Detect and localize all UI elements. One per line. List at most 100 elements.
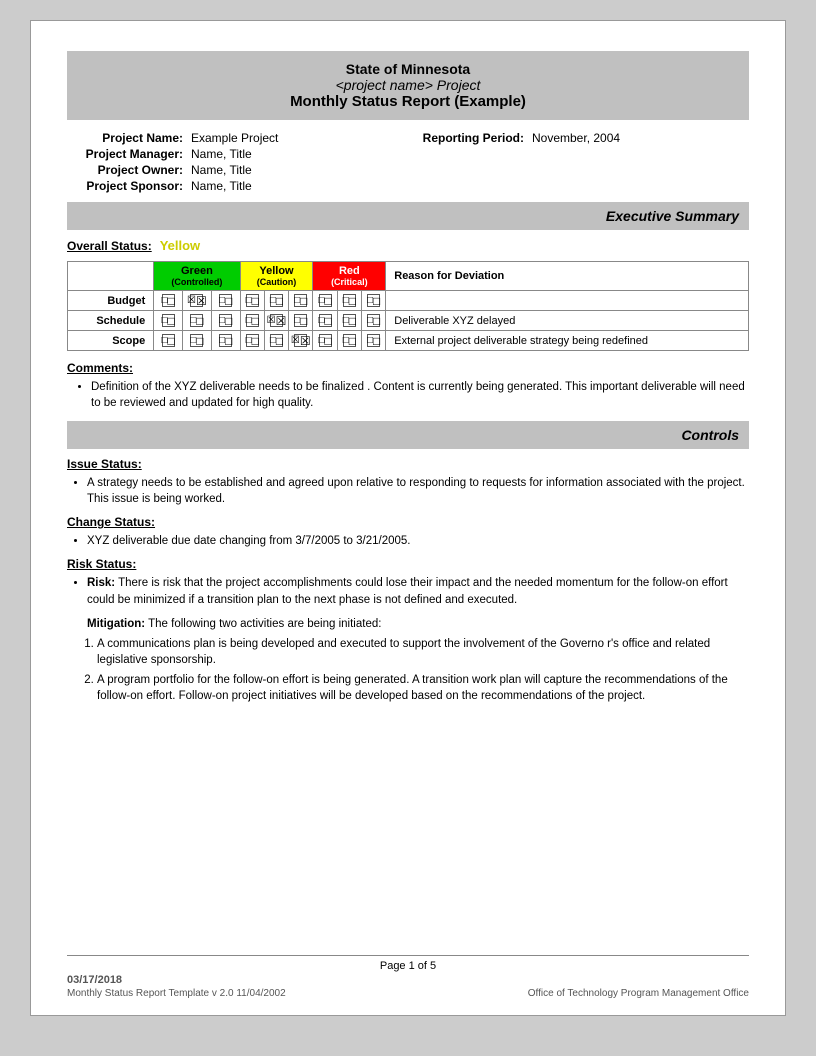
green-checkbox-cell: □ [154,311,183,331]
yellow-checkbox-cell: ☒ [264,311,288,331]
status-table: Green (Controlled) Yellow (Caution) Red … [67,261,749,351]
checkbox[interactable]: □ [270,334,283,347]
green-header: Green (Controlled) [154,262,240,291]
project-owner-value: Name, Title [187,162,408,178]
issue-item: A strategy needs to be established and a… [87,475,749,507]
green-checkbox-cell: □ [211,311,240,331]
risk-list: Risk: There is risk that the project acc… [67,575,749,607]
yellow-checkbox-cell: □ [289,291,313,311]
yellow-checkbox-cell: □ [264,291,288,311]
green-checkbox-cell: □ [183,311,212,331]
yellow-checkbox-cell: □ [240,291,264,311]
checkbox[interactable]: □ [190,334,203,347]
footer-page: Page 1 of 5 [380,960,436,972]
yellow-checkbox-cell: □ [264,331,288,351]
checkbox[interactable]: □ [162,334,175,347]
change-list: XYZ deliverable due date changing from 3… [67,533,749,549]
project-info: Project Name: Example Project Reporting … [67,130,749,194]
footer-office: Office of Technology Program Management … [528,988,749,999]
mitigation-text: Mitigation: The following two activities… [67,616,749,632]
page: State of Minnesota <project name> Projec… [30,20,786,1016]
yellow-header: Yellow (Caution) [240,262,313,291]
overall-status-value: Yellow [160,238,200,253]
checkbox[interactable]: □ [319,334,332,347]
status-table-empty-header [68,262,154,291]
green-checkbox-cell: □ [183,331,212,351]
checkbox[interactable]: ☒ [190,294,203,307]
mitigation-description: The following two activities are being i… [145,618,381,630]
reporting-period-label: Reporting Period: [408,130,528,146]
checkbox[interactable]: □ [219,294,232,307]
mitigation-list: A communications plan is being developed… [67,636,749,704]
yellow-checkbox-cell: □ [240,311,264,331]
footer-date: 03/17/2018 [67,974,286,986]
risk-status-label: Risk Status: [67,557,749,571]
overall-status: Overall Status: Yellow [67,238,749,253]
reason-header: Reason for Deviation [386,262,749,291]
checkbox[interactable]: □ [343,334,356,347]
checkbox[interactable]: □ [367,314,380,327]
status-row-label: Scope [68,331,154,351]
checkbox[interactable]: □ [294,314,307,327]
comment-item: Definition of the XYZ deliverable needs … [91,379,749,411]
header-title1: State of Minnesota [75,61,741,77]
controls-section: Issue Status: A strategy needs to be est… [67,457,749,704]
project-manager-value: Name, Title [187,146,408,162]
red-checkbox-cell: □ [337,291,361,311]
checkbox[interactable]: □ [319,314,332,327]
mitigation-item: A communications plan is being developed… [97,636,749,668]
checkbox[interactable]: □ [319,294,332,307]
header-title3: Monthly Status Report (Example) [75,93,741,110]
red-checkbox-cell: □ [337,311,361,331]
green-checkbox-cell: □ [154,331,183,351]
checkbox[interactable]: ☒ [270,314,283,327]
project-name-label: Project Name: [67,130,187,146]
red-checkbox-cell: □ [361,331,385,351]
red-checkbox-cell: □ [313,331,337,351]
red-checkbox-cell: □ [313,311,337,331]
checkbox[interactable]: □ [190,314,203,327]
red-checkbox-cell: □ [337,331,361,351]
checkbox[interactable]: ☒ [294,334,307,347]
checkbox[interactable]: □ [219,334,232,347]
footer-template: Monthly Status Report Template v 2.0 11/… [67,988,286,999]
issue-status-label: Issue Status: [67,457,749,471]
green-checkbox-cell: □ [211,291,240,311]
reason-cell [386,291,749,311]
change-item: XYZ deliverable due date changing from 3… [87,533,749,549]
checkbox[interactable]: □ [343,294,356,307]
change-status-label: Change Status: [67,515,749,529]
checkbox[interactable]: □ [367,334,380,347]
green-checkbox-cell: ☒ [183,291,212,311]
reason-cell: Deliverable XYZ delayed [386,311,749,331]
issue-list: A strategy needs to be established and a… [67,475,749,507]
red-checkbox-cell: □ [313,291,337,311]
checkbox[interactable]: □ [343,314,356,327]
green-checkbox-cell: □ [211,331,240,351]
controls-header: Controls [67,421,749,449]
checkbox[interactable]: □ [162,314,175,327]
mitigation-item: A program portfolio for the follow-on ef… [97,672,749,704]
checkbox[interactable]: □ [162,294,175,307]
reporting-period-value: November, 2004 [528,130,749,146]
comments-section: Comments: Definition of the XYZ delivera… [67,361,749,411]
checkbox[interactable]: □ [246,314,259,327]
checkbox[interactable]: □ [246,294,259,307]
comments-label: Comments: [67,361,749,375]
checkbox[interactable]: □ [367,294,380,307]
project-sponsor-value: Name, Title [187,178,408,194]
red-header: Red (Critical) [313,262,386,291]
header-section: State of Minnesota <project name> Projec… [67,51,749,120]
mitigation-label: Mitigation: [87,618,145,630]
checkbox[interactable]: □ [270,294,283,307]
risk-bold-prefix: Risk: [87,577,115,589]
project-owner-label: Project Owner: [67,162,187,178]
checkbox[interactable]: □ [294,294,307,307]
risk-item: Risk: There is risk that the project acc… [87,575,749,607]
checkbox[interactable]: □ [219,314,232,327]
executive-summary-header: Executive Summary [67,202,749,230]
reason-cell: External project deliverable strategy be… [386,331,749,351]
footer: Page 1 of 5 03/17/2018 Monthly Status Re… [67,955,749,999]
checkbox[interactable]: □ [246,334,259,347]
header-title2: <project name> Project [75,77,741,93]
